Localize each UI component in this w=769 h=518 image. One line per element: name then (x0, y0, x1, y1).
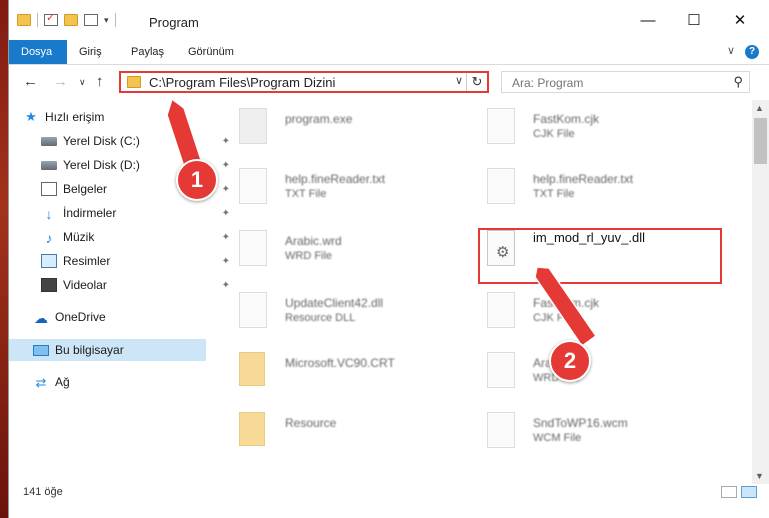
step-badge-2: 2 (549, 340, 591, 382)
annotation-arrows (166, 97, 598, 348)
arrow-2 (534, 266, 598, 348)
step-badge-1: 1 (176, 159, 218, 201)
